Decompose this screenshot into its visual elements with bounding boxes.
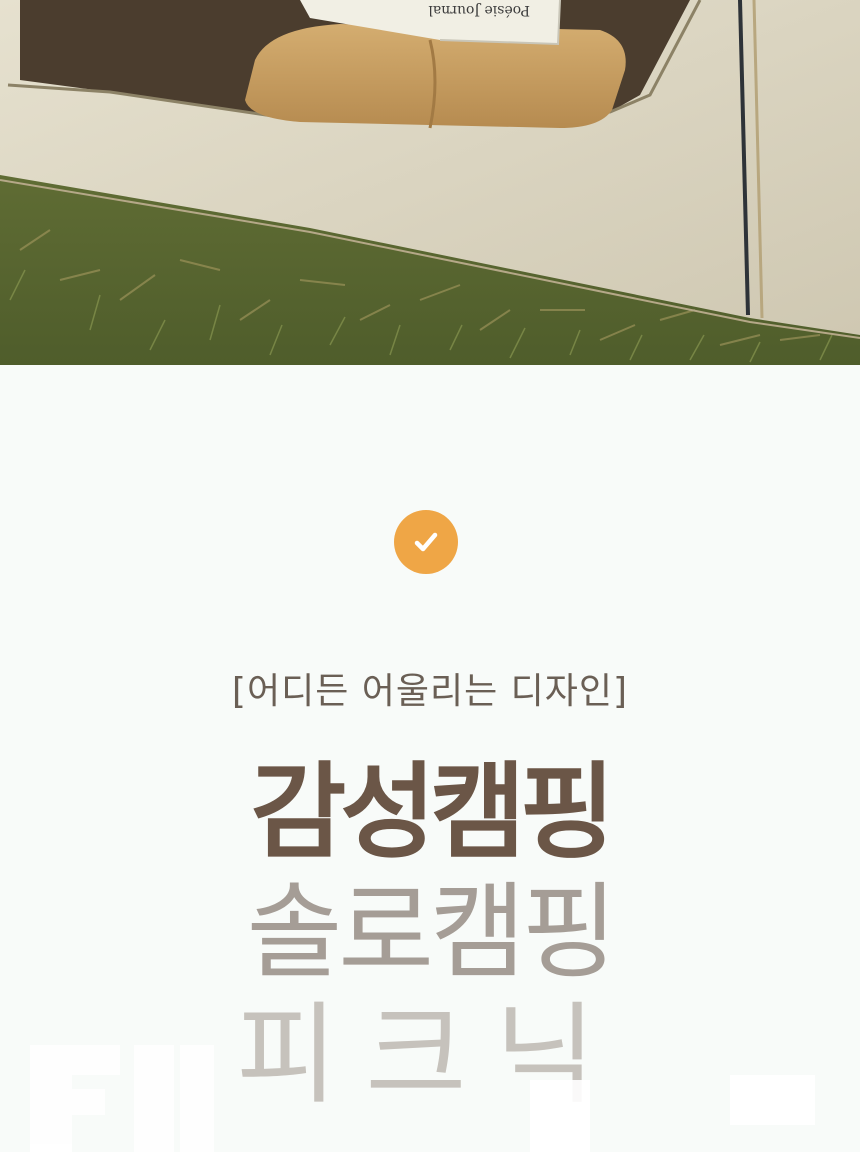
check-badge <box>394 510 458 574</box>
book-cover-text: Poésie Journal <box>428 2 530 18</box>
check-icon <box>414 532 438 552</box>
headline-emotional-camping: 감성캠핑 <box>250 751 616 873</box>
headline-picnic: 피크닉 <box>236 991 624 1119</box>
section-subtitle: [어디든 어울리는 디자인] <box>231 671 629 712</box>
hero-photo: Poésie Journal <box>0 0 860 365</box>
headline-solo-camping: 솔로캠핑 <box>246 871 618 993</box>
